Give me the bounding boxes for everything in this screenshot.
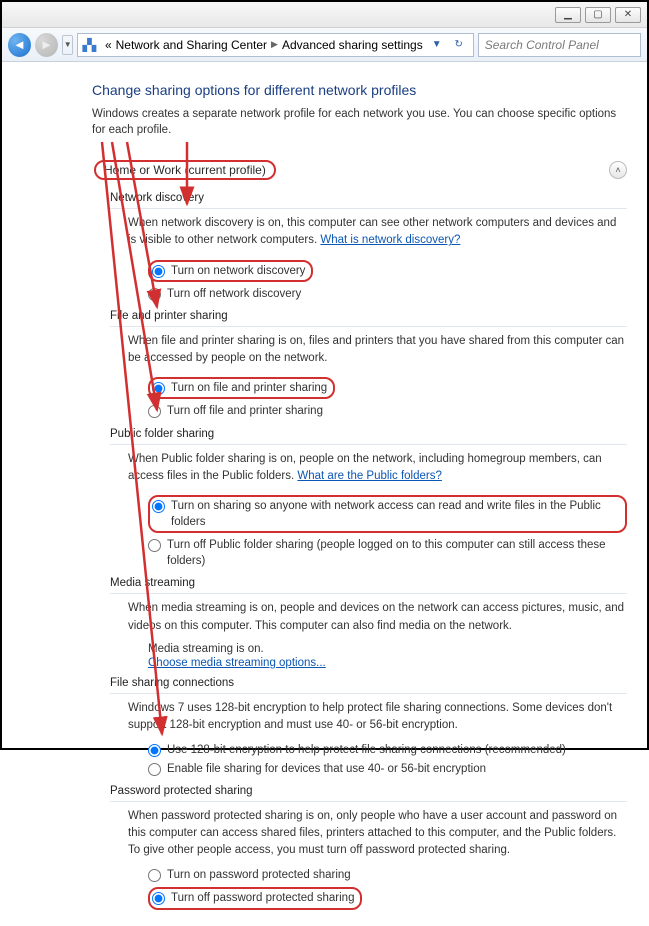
link-media-streaming-options[interactable]: Choose media streaming options... xyxy=(148,657,326,669)
link-what-is-network-discovery[interactable]: What is network discovery? xyxy=(320,234,460,246)
radio-label: Turn on network discovery xyxy=(171,263,305,279)
radio-label: Turn off password protected sharing xyxy=(171,890,354,906)
search-input[interactable]: Search Control Panel xyxy=(478,33,641,57)
section-desc: When password protected sharing is on, o… xyxy=(128,808,627,860)
profile-header-label: Home or Work (current profile) xyxy=(104,163,266,177)
radio-label: Turn on sharing so anyone with network a… xyxy=(171,498,619,530)
search-placeholder: Search Control Panel xyxy=(485,38,599,52)
radio-fpshare-off[interactable] xyxy=(148,405,161,418)
section-desc: When Public folder sharing is on, people… xyxy=(128,451,627,486)
annotation-highlight-profile: Home or Work (current profile) xyxy=(94,160,276,180)
section-desc: When file and printer sharing is on, fil… xyxy=(128,333,627,368)
option-row: Turn off network discovery xyxy=(148,286,627,302)
history-dropdown[interactable]: ▼ xyxy=(62,35,74,55)
radio-label: Turn on password protected sharing xyxy=(167,867,351,883)
section-desc: When media streaming is on, people and d… xyxy=(128,600,627,635)
breadcrumb-item-1[interactable]: Network and Sharing Center xyxy=(116,38,267,52)
back-button[interactable]: ◄ xyxy=(8,33,31,57)
section-title: File sharing connections xyxy=(110,677,627,694)
network-icon: ▞▖ xyxy=(82,38,100,52)
collapse-button[interactable]: ˄ xyxy=(609,161,627,179)
radio-enc128[interactable] xyxy=(148,744,161,757)
profile-header[interactable]: Home or Work (current profile) ˄ xyxy=(92,156,627,184)
media-status: Media streaming is on. xyxy=(148,643,627,655)
address-dropdown-icon[interactable]: ▼ xyxy=(427,35,447,55)
radio-netdisc-on[interactable] xyxy=(152,265,165,278)
radio-label: Use 128-bit encryption to help protect f… xyxy=(167,742,566,758)
annotation-highlight-pubfolder-on: Turn on sharing so anyone with network a… xyxy=(148,495,627,533)
option-row: Use 128-bit encryption to help protect f… xyxy=(148,742,627,758)
content-pane: Change sharing options for different net… xyxy=(2,62,647,926)
section-file-printer-sharing: File and printer sharing When file and p… xyxy=(110,310,627,420)
address-bar[interactable]: ▞▖ « Network and Sharing Center ▶ Advanc… xyxy=(77,33,473,57)
section-desc: When network discovery is on, this compu… xyxy=(128,215,627,250)
radio-label: Turn off network discovery xyxy=(167,286,301,302)
chevron-right-icon: ▶ xyxy=(271,39,278,50)
radio-pubfolder-on[interactable] xyxy=(152,500,165,513)
window-titlebar: ▁ ▢ ✕ xyxy=(2,2,647,28)
radio-enc4056[interactable] xyxy=(148,763,161,776)
navigation-bar: ◄ ► ▼ ▞▖ « Network and Sharing Center ▶ … xyxy=(2,28,647,62)
option-row: Turn off Public folder sharing (people l… xyxy=(148,537,627,569)
breadcrumb-root[interactable]: « xyxy=(105,38,112,52)
link-what-are-public-folders[interactable]: What are the Public folders? xyxy=(297,470,441,482)
radio-pubfolder-off[interactable] xyxy=(148,539,161,552)
radio-netdisc-off[interactable] xyxy=(148,288,161,301)
section-public-folder-sharing: Public folder sharing When Public folder… xyxy=(110,428,627,570)
page-description: Windows creates a separate network profi… xyxy=(92,106,627,138)
radio-fpshare-on[interactable] xyxy=(152,382,165,395)
section-media-streaming: Media streaming When media streaming is … xyxy=(110,577,627,669)
section-title: Public folder sharing xyxy=(110,428,627,445)
minimize-button[interactable]: ▁ xyxy=(555,7,581,23)
page-title: Change sharing options for different net… xyxy=(92,82,627,98)
section-title: Password protected sharing xyxy=(110,785,627,802)
section-title: File and printer sharing xyxy=(110,310,627,327)
option-row: Enable file sharing for devices that use… xyxy=(148,761,627,777)
section-title: Network discovery xyxy=(110,192,627,209)
option-row: Turn on password protected sharing xyxy=(148,867,627,883)
radio-label: Turn on file and printer sharing xyxy=(171,380,327,396)
radio-label: Turn off Public folder sharing (people l… xyxy=(167,537,627,569)
refresh-button[interactable]: ↻ xyxy=(449,35,469,55)
radio-label: Turn off file and printer sharing xyxy=(167,403,323,419)
annotation-highlight-fpshare-on: Turn on file and printer sharing xyxy=(148,377,335,399)
forward-button[interactable]: ► xyxy=(35,33,58,57)
annotation-highlight-password-off: Turn off password protected sharing xyxy=(148,887,362,909)
radio-password-off[interactable] xyxy=(152,892,165,905)
radio-label: Enable file sharing for devices that use… xyxy=(167,761,486,777)
section-desc: Windows 7 uses 128-bit encryption to hel… xyxy=(128,700,627,735)
section-password-protected-sharing: Password protected sharing When password… xyxy=(110,785,627,912)
close-button[interactable]: ✕ xyxy=(615,7,641,23)
maximize-button[interactable]: ▢ xyxy=(585,7,611,23)
breadcrumb-item-2[interactable]: Advanced sharing settings xyxy=(282,38,423,52)
radio-password-on[interactable] xyxy=(148,869,161,882)
annotation-highlight-netdisc-on: Turn on network discovery xyxy=(148,260,313,282)
section-file-sharing-connections: File sharing connections Windows 7 uses … xyxy=(110,677,627,777)
section-title: Media streaming xyxy=(110,577,627,594)
section-network-discovery: Network discovery When network discovery… xyxy=(110,192,627,302)
option-row: Turn off file and printer sharing xyxy=(148,403,627,419)
